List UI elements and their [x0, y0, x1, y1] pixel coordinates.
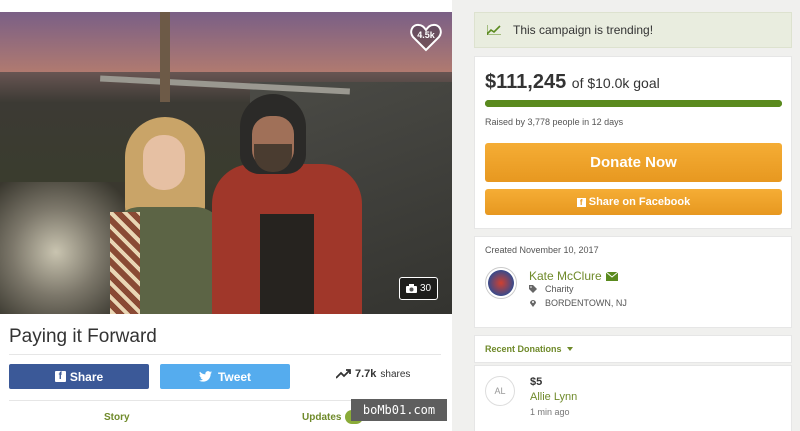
donation-amount: $5 [530, 376, 543, 388]
donation-time: 1 min ago [530, 407, 570, 417]
envelope-icon[interactable] [605, 271, 618, 281]
avatar[interactable] [485, 267, 517, 299]
list-item: AL $5 Allie Lynn 1 min ago [474, 365, 792, 431]
organizer-name-text: Kate McClure [529, 269, 602, 283]
trending-banner: This campaign is trending! [474, 12, 792, 48]
photo-sky [0, 12, 452, 72]
facebook-icon: f [576, 197, 586, 207]
recent-donations-dropdown[interactable]: Recent Donations [474, 335, 792, 363]
tab-story[interactable]: Story [104, 412, 130, 423]
tweet-button[interactable]: Tweet [160, 364, 290, 389]
progress-bar [485, 100, 782, 107]
created-date: Created November 10, 2017 [485, 245, 599, 255]
organizer-name[interactable]: Kate McClure [529, 269, 618, 283]
organizer-category: Charity [529, 284, 574, 294]
trending-chart-icon [487, 25, 501, 35]
chevron-down-icon [566, 347, 573, 351]
shares-count: 7.7k [355, 368, 377, 380]
like-count: 4.5k [417, 30, 435, 40]
photo-man [212, 94, 362, 314]
share-on-facebook-label: Share on Facebook [588, 196, 691, 208]
photo-pole [160, 12, 170, 102]
tag-icon [529, 285, 537, 293]
organizer-card: Created November 10, 2017 Kate McClure C… [474, 236, 792, 328]
share-on-facebook-button[interactable]: f Share on Facebook [485, 189, 782, 215]
location-pin-icon [530, 300, 536, 307]
watermark: boMb01.com [351, 399, 447, 421]
progress-fill [485, 100, 782, 107]
location-text: BORDENTOWN, NJ [545, 298, 627, 308]
trending-text: This campaign is trending! [513, 23, 654, 37]
campaign-title: Paying it Forward [9, 326, 157, 347]
donation-card: $111,245 of $10.0k goal Raised by 3,778 … [474, 56, 792, 229]
photo-gallery-button[interactable]: 30 [399, 277, 438, 300]
shares-counter: 7.7k shares [336, 368, 410, 380]
camera-icon [405, 284, 417, 293]
category-text: Charity [545, 284, 574, 294]
like-heart-button[interactable]: 4.5k [410, 22, 442, 52]
raised-amount: $111,245 [485, 71, 567, 93]
photo-woman [110, 117, 225, 314]
twitter-icon [198, 371, 212, 382]
tab-updates[interactable]: Updates [302, 412, 341, 423]
campaign-column: 4.5k 30 Paying it Forward f Share Tweet … [0, 0, 452, 431]
donate-now-button[interactable]: Donate Now [485, 143, 782, 182]
donor-name[interactable]: Allie Lynn [530, 391, 577, 403]
raised-by-text: Raised by 3,778 people in 12 days [485, 117, 624, 127]
donor-avatar: AL [485, 376, 515, 406]
organizer-location: BORDENTOWN, NJ [529, 298, 627, 308]
shares-label: shares [380, 368, 411, 380]
divider [9, 354, 441, 355]
goal-text: of $10.0k goal [571, 75, 660, 91]
facebook-share-label: Share [69, 369, 104, 384]
recent-donations-label: Recent Donations [485, 344, 562, 354]
trending-arrow-icon [336, 369, 351, 379]
photo-count: 30 [419, 283, 432, 294]
facebook-share-button[interactable]: f Share [9, 364, 149, 389]
amount-raised: $111,245 of $10.0k goal [485, 71, 660, 94]
tweet-label: Tweet [217, 369, 252, 384]
facebook-icon: f [54, 371, 66, 382]
campaign-photo[interactable] [0, 12, 452, 314]
